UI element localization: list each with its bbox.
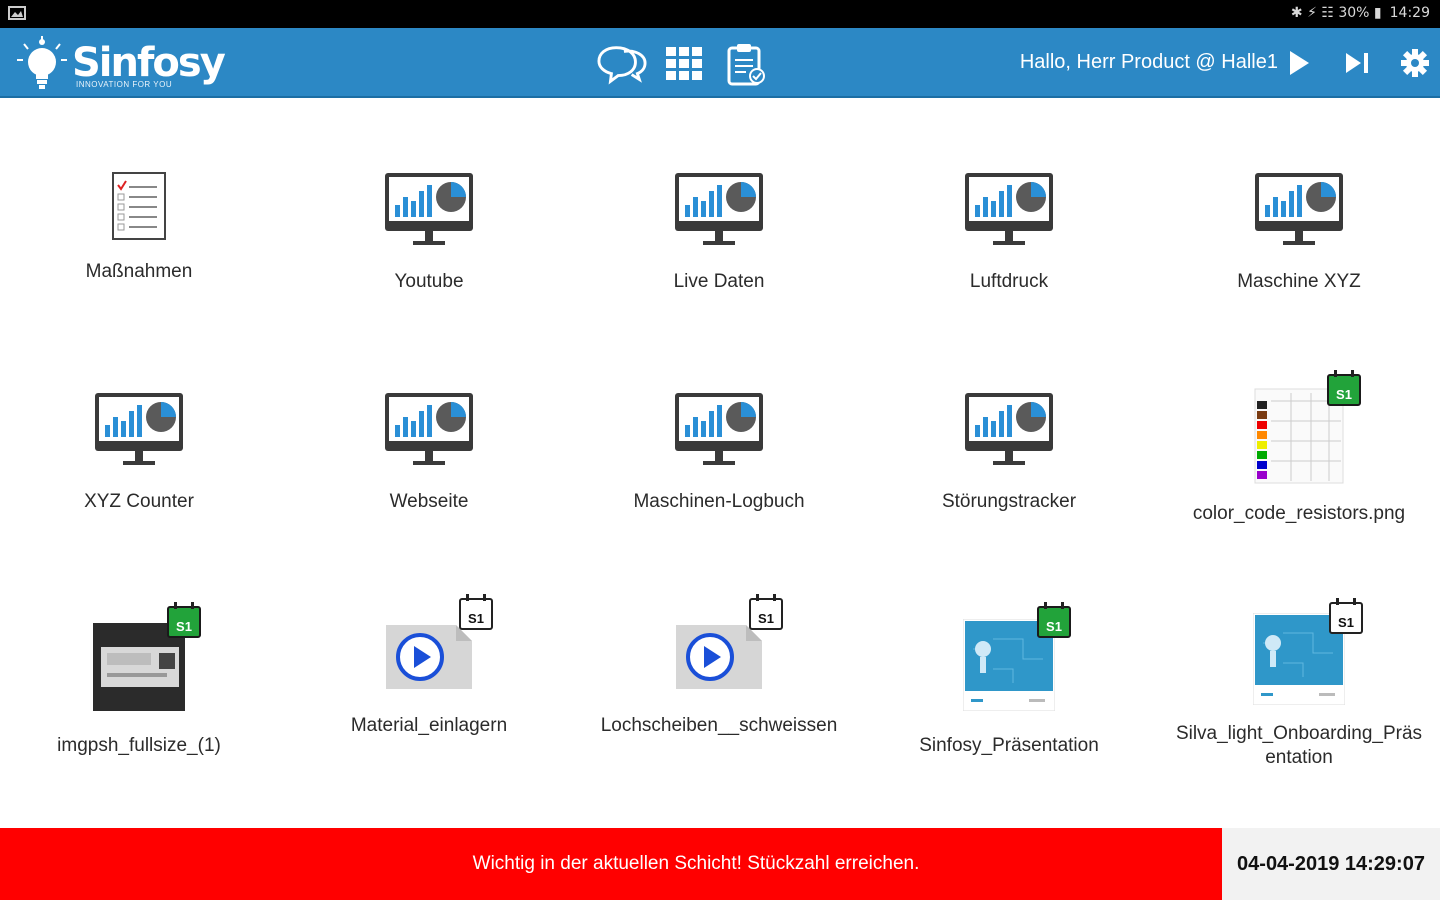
lightbulb-logo-icon	[17, 36, 67, 89]
apps-grid-button[interactable]	[659, 42, 709, 86]
tile-live-daten[interactable]: Live Daten	[574, 156, 864, 294]
tile-label: color_code_resistors.png	[1192, 503, 1406, 524]
shift-message-text: Wichtig in der aktuellen Schicht! Stückz…	[472, 853, 920, 874]
tile-massnahmen[interactable]: Maßnahmen	[0, 156, 284, 284]
chat-icon	[597, 46, 647, 85]
calendar-badge-icon: S1	[459, 594, 493, 630]
dashboard-monitor-icon	[385, 173, 473, 245]
status-bar: ✱ ⚡ ☷ 30% ▮ 14:29	[0, 0, 1440, 28]
tile-stoerungstracker[interactable]: Störungstracker	[864, 376, 1154, 514]
datetime-text: 04-04-2019 14:29:07	[1237, 852, 1425, 875]
tile-label: Live Daten	[673, 271, 765, 292]
status-indicators: ✱ ⚡ ☷ 30% ▮ 14:29	[1291, 5, 1430, 21]
dashboard-monitor-icon	[675, 393, 763, 465]
tile-label: Lochscheiben__schweissen	[600, 715, 838, 736]
tile-label: Maschine XYZ	[1237, 271, 1361, 292]
checklist-clipboard-button[interactable]	[721, 42, 771, 86]
tile-maschinen-logbuch[interactable]: Maschinen-Logbuch	[574, 376, 864, 514]
datetime-display: 04-04-2019 14:29:07	[1222, 828, 1440, 900]
tile-label: imgpsh_fullsize_(1)	[57, 735, 221, 756]
chat-button[interactable]	[597, 42, 647, 86]
calendar-badge-icon: S1	[1329, 598, 1363, 634]
skip-next-icon	[1346, 53, 1368, 73]
dashboard-monitor-icon	[1255, 173, 1343, 245]
tile-label: Sinfosy_Präsentation	[919, 735, 1099, 756]
clipboard-icon	[727, 44, 765, 86]
dashboard-monitor-icon	[385, 393, 473, 465]
tile-label: Luftdruck	[969, 271, 1049, 292]
tile-label: Maschinen-Logbuch	[633, 491, 805, 512]
tile-label: Silva_light_Onboarding_Präs entation	[1175, 723, 1423, 768]
gear-icon	[1401, 49, 1429, 77]
skip-next-button[interactable]	[1340, 44, 1374, 82]
dashboard-monitor-icon	[965, 393, 1053, 465]
tile-label: Material_einlagern	[350, 715, 508, 736]
calendar-badge-icon: S1	[749, 594, 783, 630]
calendar-badge-icon: S1	[1327, 370, 1361, 406]
screenshot-notification-icon	[8, 6, 26, 20]
dashboard-monitor-icon	[95, 393, 183, 465]
tile-label: Störungstracker	[941, 491, 1077, 512]
sinfosy-logo[interactable]: Sinfosy INNOVATION FOR YOU	[14, 34, 226, 94]
tile-label: XYZ Counter	[84, 491, 194, 512]
system-indicators: ✱ ⚡ ☷ 30% ▮	[1290, 5, 1382, 21]
tile-sinfosy-praesentation[interactable]: S1 Sinfosy_Präsentation	[864, 600, 1154, 758]
tile-material-einlagern[interactable]: S1 Material_einlagern	[284, 594, 574, 738]
dashboard-monitor-icon	[675, 173, 763, 245]
content-grid: Maßnahmen Youtube Live Daten Luftdruck M…	[0, 100, 1440, 828]
grid-icon	[666, 47, 702, 80]
dashboard-monitor-icon	[965, 173, 1053, 245]
tile-luftdruck[interactable]: Luftdruck	[864, 156, 1154, 294]
checklist-icon	[112, 172, 166, 240]
tile-label: Webseite	[389, 491, 469, 512]
tile-lochscheiben-schweissen[interactable]: S1 Lochscheiben__schweissen	[574, 594, 864, 738]
calendar-badge-icon: S1	[1037, 602, 1071, 638]
tile-youtube[interactable]: Youtube	[284, 156, 574, 294]
user-greeting: Hallo, Herr Product @ Halle1	[1019, 51, 1278, 73]
settings-button[interactable]	[1398, 44, 1432, 82]
tile-xyz-counter[interactable]: XYZ Counter	[0, 376, 284, 514]
tile-maschine-xyz[interactable]: Maschine XYZ	[1154, 156, 1440, 294]
tile-label: Maßnahmen	[85, 261, 193, 282]
play-button[interactable]	[1282, 44, 1316, 82]
tile-label: Youtube	[394, 271, 464, 292]
calendar-badge-icon: S1	[167, 602, 201, 638]
header-center-actions	[597, 42, 771, 86]
shift-message-banner: Wichtig in der aktuellen Schicht! Stückz…	[0, 828, 1222, 900]
app-header: Sinfosy INNOVATION FOR YOU Hallo, Herr P…	[0, 28, 1440, 98]
status-time: 14:29	[1389, 5, 1430, 21]
tile-silva-light-onboarding[interactable]: S1 Silva_light_Onboarding_Präs entation	[1154, 598, 1440, 770]
tile-color-code-resistors[interactable]: S1 color_code_resistors.png	[1154, 368, 1440, 526]
tile-webseite[interactable]: Webseite	[284, 376, 574, 514]
header-right-actions	[1282, 44, 1432, 82]
tile-imgpsh-fullsize[interactable]: S1 imgpsh_fullsize_(1)	[0, 600, 284, 758]
play-icon	[1290, 51, 1309, 75]
